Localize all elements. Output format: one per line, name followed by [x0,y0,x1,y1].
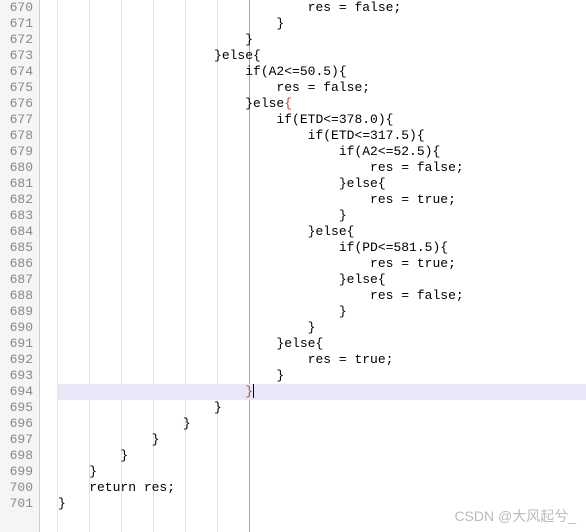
code-line[interactable]: } [58,384,586,400]
code-area[interactable]: res = false; } } }else{ if(A2<=50.5){ re… [58,0,586,532]
line-number-gutter: 6706716726736746756766776786796806816826… [0,0,40,532]
code-line[interactable]: } [58,304,586,320]
line-number: 696 [0,416,33,432]
code-line[interactable]: res = false; [58,288,586,304]
code-line[interactable]: res = false; [58,0,586,16]
line-number: 670 [0,0,33,16]
line-number: 686 [0,256,33,272]
code-line[interactable]: } [58,432,586,448]
code-editor: 6706716726736746756766776786796806816826… [0,0,586,532]
line-number: 676 [0,96,33,112]
line-number: 687 [0,272,33,288]
code-line[interactable]: } [58,416,586,432]
line-number: 693 [0,368,33,384]
line-number: 679 [0,144,33,160]
text-cursor [253,384,254,398]
code-line[interactable]: res = false; [58,160,586,176]
fold-margin [40,0,58,532]
line-number: 674 [0,64,33,80]
code-line[interactable]: res = false; [58,80,586,96]
line-number: 697 [0,432,33,448]
line-number: 673 [0,48,33,64]
code-line[interactable]: } [58,448,586,464]
line-number: 680 [0,160,33,176]
code-line[interactable]: } [58,16,586,32]
code-line[interactable]: }else{ [58,96,586,112]
code-line[interactable]: res = true; [58,256,586,272]
line-number: 683 [0,208,33,224]
line-number: 678 [0,128,33,144]
code-line[interactable]: } [58,208,586,224]
line-number: 690 [0,320,33,336]
line-number: 689 [0,304,33,320]
code-line[interactable]: if(A2<=52.5){ [58,144,586,160]
line-number: 671 [0,16,33,32]
line-number: 692 [0,352,33,368]
code-line[interactable]: } [58,368,586,384]
line-number: 681 [0,176,33,192]
code-line[interactable]: }else{ [58,48,586,64]
line-number: 685 [0,240,33,256]
code-line[interactable]: } [58,320,586,336]
code-line[interactable]: }else{ [58,336,586,352]
code-line[interactable]: } [58,400,586,416]
watermark-text: CSDN @大风起兮_ [454,506,576,526]
code-line[interactable]: if(ETD<=317.5){ [58,128,586,144]
line-number: 672 [0,32,33,48]
code-line[interactable]: if(A2<=50.5){ [58,64,586,80]
line-number: 675 [0,80,33,96]
line-number: 682 [0,192,33,208]
line-number: 677 [0,112,33,128]
code-line[interactable]: res = true; [58,192,586,208]
code-line[interactable]: }else{ [58,176,586,192]
line-number: 695 [0,400,33,416]
line-number: 688 [0,288,33,304]
code-line[interactable]: return res; [58,480,586,496]
code-line[interactable]: if(PD<=581.5){ [58,240,586,256]
code-line[interactable]: } [58,32,586,48]
line-number: 699 [0,464,33,480]
line-number: 700 [0,480,33,496]
code-line[interactable]: if(ETD<=378.0){ [58,112,586,128]
code-line[interactable]: }else{ [58,224,586,240]
line-number: 684 [0,224,33,240]
line-number: 691 [0,336,33,352]
line-number: 701 [0,496,33,512]
line-number: 698 [0,448,33,464]
line-number: 694 [0,384,33,400]
code-line[interactable]: } [58,464,586,480]
code-line[interactable]: }else{ [58,272,586,288]
code-line[interactable]: res = true; [58,352,586,368]
